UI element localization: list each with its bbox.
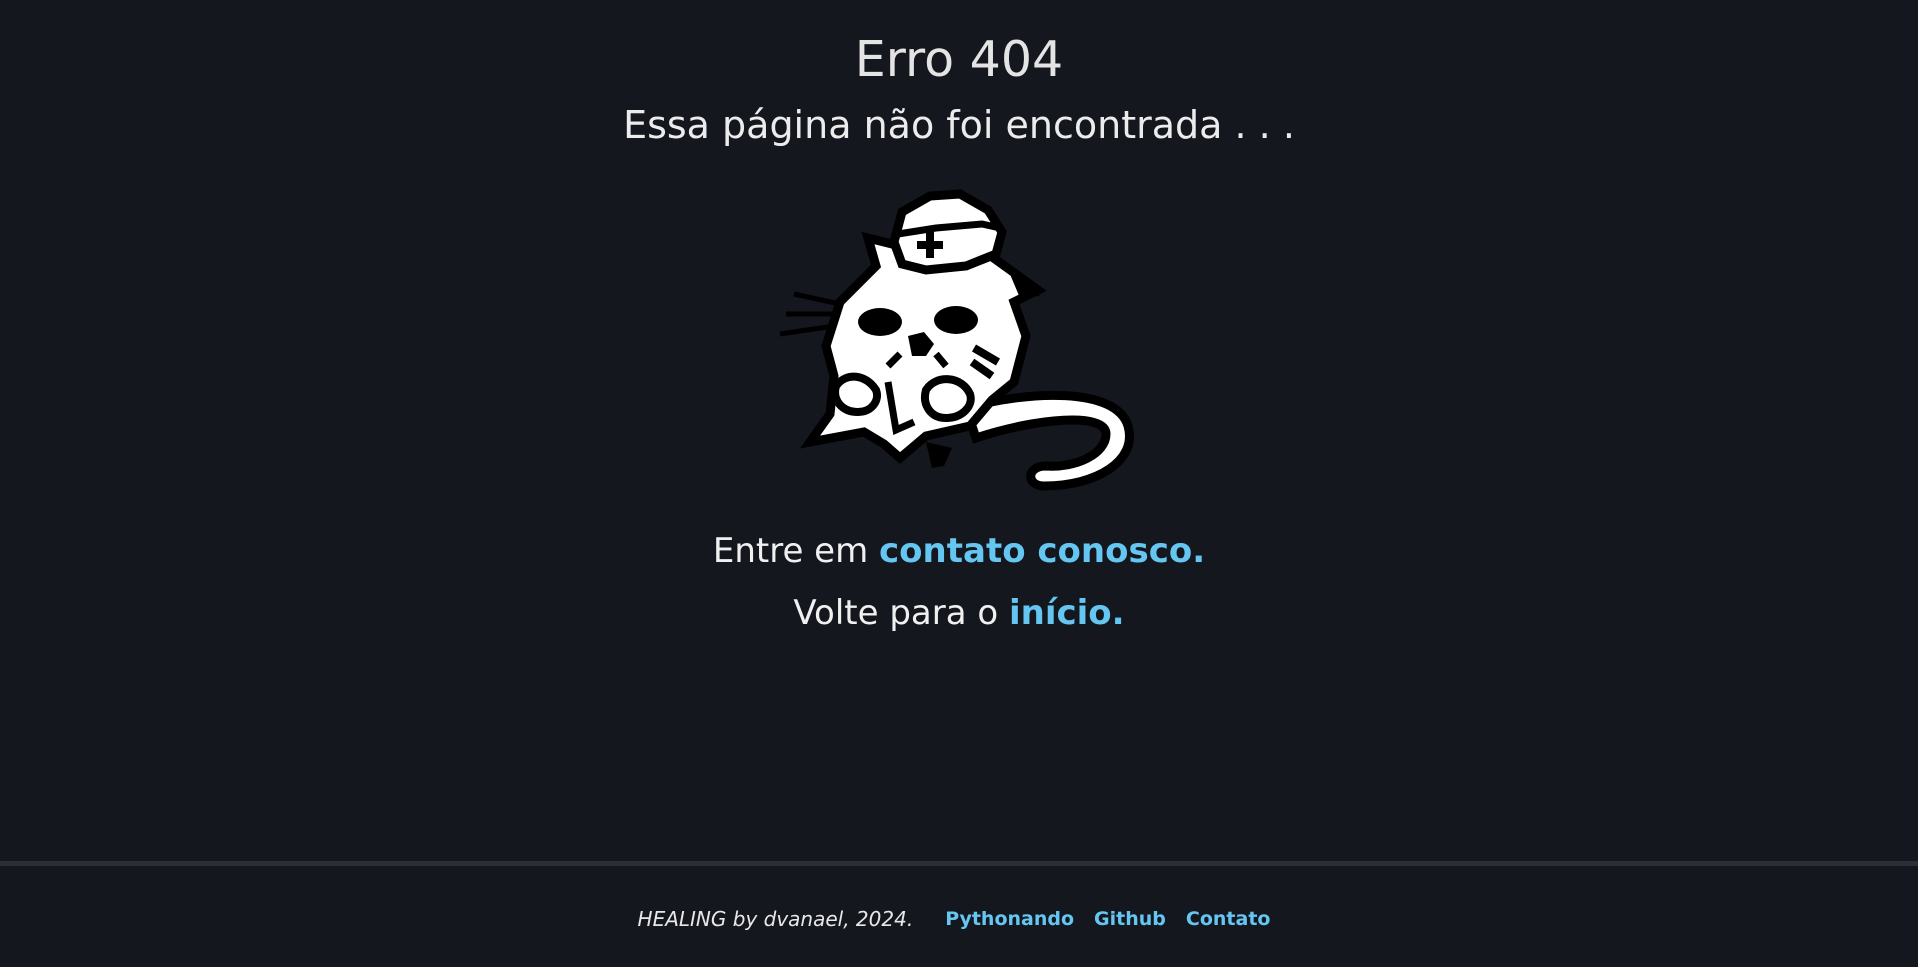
footer-link-pythonando[interactable]: Pythonando [945, 908, 1074, 930]
footer-divider [0, 861, 1918, 866]
footer-credit: HEALING by dvanael, 2024. [637, 907, 914, 931]
contact-link[interactable]: contato conosco. [879, 531, 1205, 571]
home-link[interactable]: início. [1009, 593, 1125, 633]
footer-link-github[interactable]: Github [1094, 908, 1166, 930]
main-content: Erro 404 Essa página não foi encontrada … [0, 0, 1918, 860]
contact-line: Entre em contato conosco. [0, 529, 1918, 573]
cat-nurse-pixel-icon [776, 186, 1142, 508]
page-title: Erro 404 [854, 31, 1064, 88]
home-prefix: Volte para o [793, 593, 1009, 633]
home-line: Volte para o início. [0, 591, 1918, 635]
contact-prefix: Entre em [712, 531, 880, 571]
footer: HEALING by dvanael, 2024. Pythonando Git… [0, 904, 1918, 934]
footer-link-contato[interactable]: Contato [1186, 908, 1271, 930]
error-page: Erro 404 Essa página não foi encontrada … [0, 0, 1918, 967]
page-subtitle: Essa página não foi encontrada . . . [623, 103, 1295, 147]
